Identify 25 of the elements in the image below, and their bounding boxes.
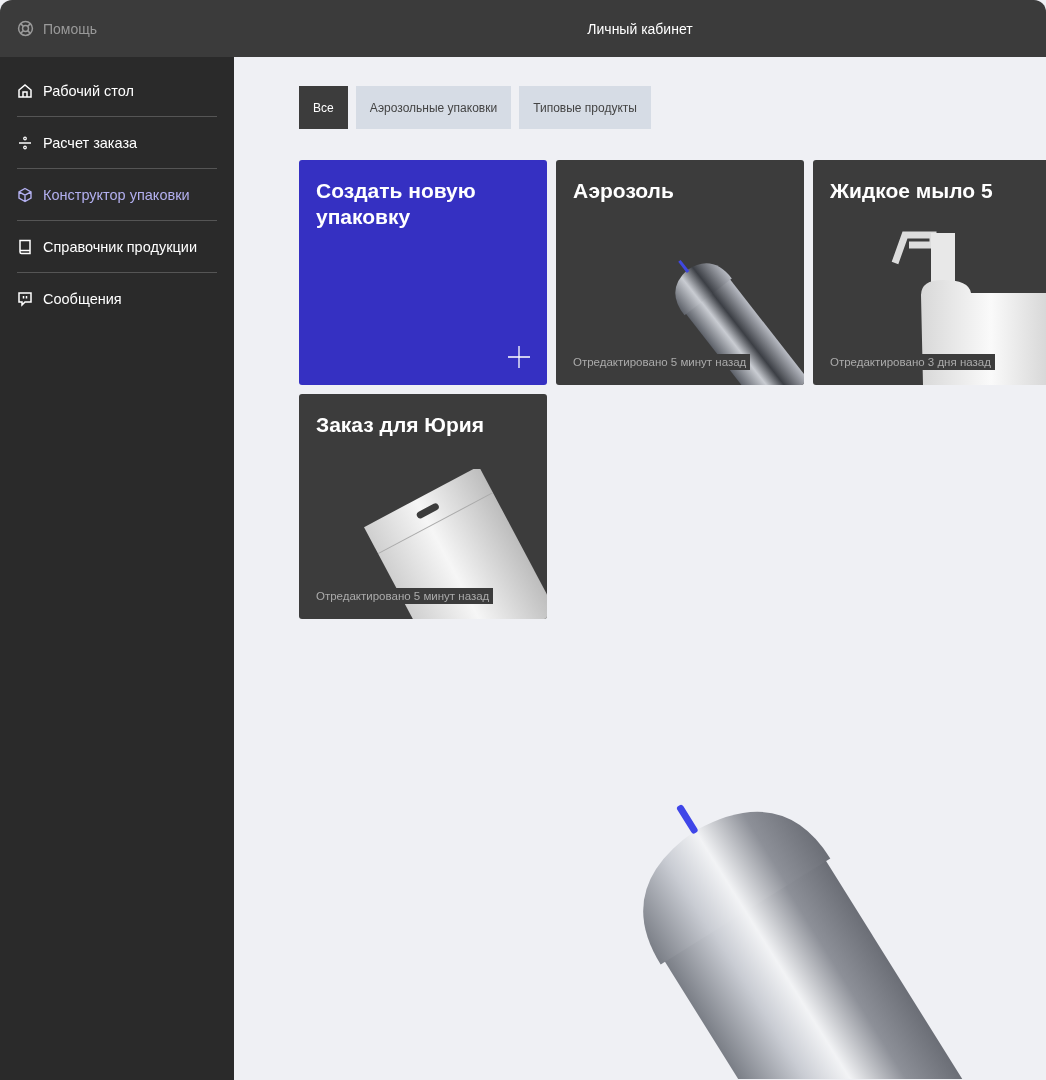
create-package-card[interactable]: Создать новую упаковку (299, 160, 547, 385)
filter-tab[interactable]: Все (299, 86, 348, 129)
help-lifebuoy-icon (17, 20, 34, 37)
page-title: Личный кабинет (587, 20, 693, 37)
cube-icon (17, 186, 33, 203)
filter-tab[interactable]: Типовые продукты (519, 86, 651, 129)
sidebar-item[interactable]: Справочник продукции (17, 221, 217, 273)
plus-icon (508, 346, 530, 368)
sidebar-item[interactable]: Рабочий стол (17, 65, 217, 117)
home-icon (17, 82, 33, 99)
package-card[interactable]: Аэрозоль Отредактировано 5 минут назад (556, 160, 804, 385)
card-title: Аэрозоль (573, 178, 675, 204)
sidebar-item[interactable]: Сообщения (17, 273, 217, 325)
card-title: Жидкое мыло 5 (830, 178, 994, 204)
package-card[interactable]: Заказ для Юрия Отредактировано 5 минут назад (299, 394, 547, 619)
card-title: Создать новую упаковку (316, 178, 477, 230)
book-icon (17, 238, 33, 255)
filter-tab[interactable]: Аэрозольные упаковки (355, 86, 512, 129)
sidebar-item[interactable]: Конструктор упаковки (17, 169, 217, 221)
sidebar-item[interactable]: Расчет заказа (17, 117, 217, 169)
chat-icon (17, 291, 33, 307)
package-card[interactable]: Жидкое мыло 5 Отредактировано 3 дня назад (813, 160, 1046, 385)
help-link[interactable]: Помощь (43, 20, 98, 37)
card-title: Заказ для Юрия (316, 412, 485, 438)
divide-icon (17, 134, 33, 151)
